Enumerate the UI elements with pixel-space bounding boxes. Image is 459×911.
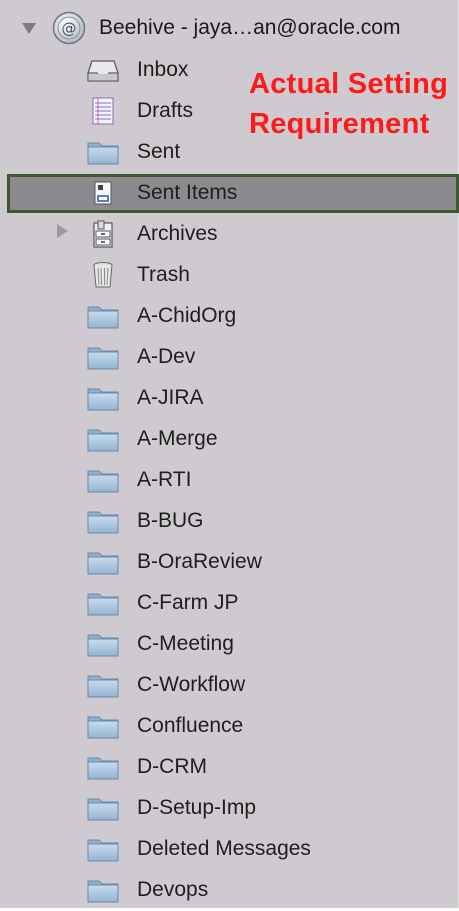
folder-icon [86, 711, 120, 741]
folder-label: Devops [137, 878, 209, 901]
expand-triangle-icon[interactable] [22, 23, 36, 34]
folder-icon [86, 137, 120, 167]
folder-row[interactable]: Sent [0, 132, 459, 173]
folder-label: C-Workflow [137, 673, 246, 696]
folder-row[interactable]: Deleted Messages [0, 829, 459, 870]
folder-icon [86, 342, 120, 372]
folder-label: Archives [137, 222, 218, 245]
folder-icon [86, 629, 120, 659]
folder-label: A-ChidOrg [137, 304, 237, 327]
folder-row[interactable]: C-Farm JP [0, 583, 459, 624]
folder-label: Deleted Messages [137, 837, 311, 860]
folder-row[interactable]: A-RTI [0, 460, 459, 501]
folder-label: D-CRM [137, 755, 207, 778]
inbox-tray-icon [86, 55, 120, 85]
archive-box-icon [86, 219, 120, 249]
folder-icon [86, 588, 120, 618]
folder-row[interactable]: Inbox [0, 50, 459, 91]
folder-icon [86, 793, 120, 823]
folder-icon [86, 301, 120, 331]
collapse-triangle-icon[interactable] [57, 224, 68, 238]
folder-row[interactable]: A-ChidOrg [0, 296, 459, 337]
drafts-icon [86, 96, 120, 126]
folder-label: C-Meeting [137, 632, 234, 655]
folder-label: Drafts [137, 99, 194, 122]
folder-row[interactable]: A-Merge [0, 419, 459, 460]
folder-row-selected[interactable]: Sent Items [0, 173, 459, 214]
folder-row[interactable]: Trash [0, 255, 459, 296]
folder-row[interactable]: A-Dev [0, 337, 459, 378]
folder-label: A-JIRA [137, 386, 204, 409]
trash-can-icon [86, 260, 120, 290]
folder-icon [86, 752, 120, 782]
svg-text:@: @ [62, 20, 77, 38]
folder-row[interactable]: Confluence [0, 706, 459, 747]
folder-list: Inbox Drafts Sent Sent Items Archives Trash A-… [0, 50, 459, 911]
mail-folder-sidebar: @ Beehive - jaya…an@oracle.com Actual Se… [0, 0, 459, 908]
folder-label: B-BUG [137, 509, 204, 532]
folder-label: Sent [137, 140, 181, 163]
account-row[interactable]: @ Beehive - jaya…an@oracle.com [0, 6, 459, 50]
folder-label: A-Dev [137, 345, 196, 368]
folder-row[interactable]: D-Setup-Imp [0, 788, 459, 829]
folder-row[interactable]: Drafts [0, 91, 459, 132]
folder-row[interactable]: D-CRM [0, 747, 459, 788]
folder-icon [86, 383, 120, 413]
folder-icon [86, 424, 120, 454]
folder-icon [86, 506, 120, 536]
folder-label: Trash [137, 263, 190, 286]
folder-row[interactable]: Devops [0, 870, 459, 911]
folder-label: Inbox [137, 58, 189, 81]
folder-label: D-Setup-Imp [137, 796, 257, 819]
folder-icon [86, 547, 120, 577]
folder-row[interactable]: C-Meeting [0, 624, 459, 665]
folder-label: A-RTI [137, 468, 192, 491]
folder-label: Sent Items [137, 181, 238, 204]
sent-items-icon [86, 178, 120, 208]
folder-icon [86, 875, 120, 905]
account-name[interactable]: Beehive - jaya…an@oracle.com [99, 16, 400, 40]
folder-label: C-Farm JP [137, 591, 239, 614]
folder-label: A-Merge [137, 427, 218, 450]
folder-label: B-OraReview [137, 550, 262, 573]
folder-icon [86, 670, 120, 700]
folder-row[interactable]: C-Workflow [0, 665, 459, 706]
account-at-icon: @ [52, 11, 86, 45]
folder-row[interactable]: B-OraReview [0, 542, 459, 583]
folder-row[interactable]: Archives [0, 214, 459, 255]
folder-label: Confluence [137, 714, 244, 737]
folder-row[interactable]: B-BUG [0, 501, 459, 542]
folder-icon [86, 465, 120, 495]
folder-icon [86, 834, 120, 864]
folder-row[interactable]: A-JIRA [0, 378, 459, 419]
